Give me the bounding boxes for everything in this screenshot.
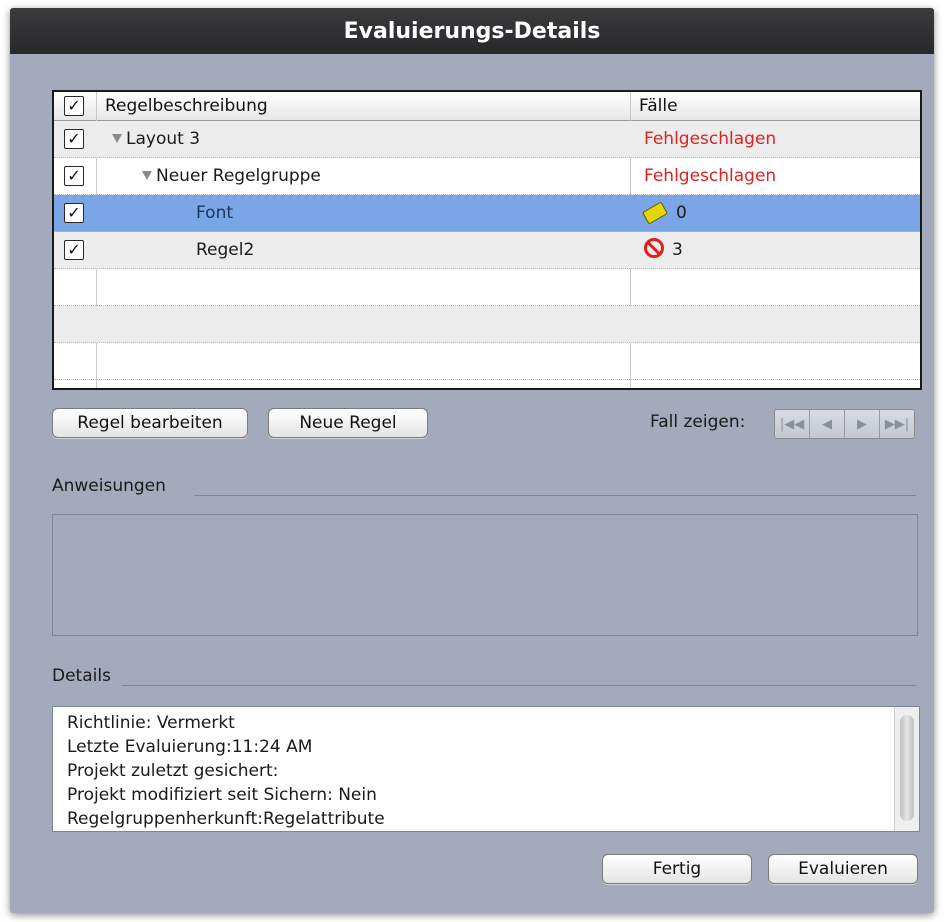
instructions-divider xyxy=(194,495,916,496)
empty-row xyxy=(54,343,920,380)
show-case-label: Fall zeigen: xyxy=(650,412,746,432)
note-icon xyxy=(641,201,669,225)
row-label: Font xyxy=(196,203,234,223)
evaluate-button[interactable]: Evaluieren xyxy=(768,854,918,884)
done-button[interactable]: Fertig xyxy=(602,854,752,884)
details-line: Richtlinie: Vermerkt xyxy=(67,713,235,733)
row-label: Layout 3 xyxy=(126,129,201,149)
details-line: Letzte Evaluierung:11:24 AM xyxy=(67,737,313,757)
disclosure-triangle-icon[interactable] xyxy=(112,134,122,143)
empty-row xyxy=(54,306,920,343)
new-rule-button[interactable]: Neue Regel xyxy=(268,408,428,438)
empty-row xyxy=(54,269,920,306)
table-row[interactable]: ✓ Regel2 3 xyxy=(54,232,920,269)
row-cases-status: Fehlgeschlagen xyxy=(644,129,777,149)
details-scrollbar[interactable] xyxy=(894,707,919,831)
rules-table[interactable]: ✓ Regelbeschreibung Fälle ✓ Layout 3 Feh… xyxy=(52,90,922,390)
select-all-checkbox[interactable]: ✓ xyxy=(64,96,84,116)
details-line: Projekt modifiziert seit Sichern: Nein xyxy=(67,785,377,805)
row-case-count: 3 xyxy=(672,240,683,260)
row-checkbox[interactable]: ✓ xyxy=(64,240,84,260)
table-row-selected[interactable]: ✓ Font 0 xyxy=(54,195,920,232)
table-row[interactable]: ✓ Layout 3 Fehlgeschlagen xyxy=(54,121,920,158)
column-header-cases[interactable]: Fälle xyxy=(631,92,920,120)
edit-rule-button[interactable]: Regel bearbeiten xyxy=(52,408,248,438)
scrollbar-thumb[interactable] xyxy=(900,715,914,821)
row-description[interactable]: Layout 3 xyxy=(112,121,200,157)
row-checkbox[interactable]: ✓ xyxy=(64,203,84,223)
details-line: Regelgruppenherkunft:Regelattribute xyxy=(67,809,385,829)
details-panel[interactable]: Richtlinie: Vermerkt Letzte Evaluierung:… xyxy=(52,706,920,832)
table-row[interactable]: ✓ Neuer Regelgruppe Fehlgeschlagen xyxy=(54,158,920,195)
row-checkbox[interactable]: ✓ xyxy=(64,129,84,149)
details-line: Projekt zuletzt gesichert: xyxy=(67,761,279,781)
instructions-panel xyxy=(52,514,918,636)
row-label: Regel2 xyxy=(196,240,255,260)
disclosure-triangle-icon[interactable] xyxy=(142,171,152,180)
row-checkbox[interactable]: ✓ xyxy=(64,166,84,186)
last-case-button[interactable]: ▶▶| xyxy=(880,410,914,438)
next-case-button[interactable]: ▶ xyxy=(845,410,880,438)
window-title: Evaluierungs-Details xyxy=(10,8,934,54)
first-case-button[interactable]: |◀◀ xyxy=(775,410,810,438)
table-header: ✓ Regelbeschreibung Fälle xyxy=(54,92,920,121)
row-cases: 3 xyxy=(644,232,683,268)
case-navigation: |◀◀ ◀ ▶ ▶▶| xyxy=(774,409,915,439)
row-case-count: 0 xyxy=(676,203,687,223)
row-cases: 0 xyxy=(641,195,687,231)
evaluation-details-window: Evaluierungs-Details ✓ Regelbeschreibung… xyxy=(10,8,934,913)
header-select-all[interactable]: ✓ xyxy=(54,92,96,120)
forbidden-icon xyxy=(644,238,664,258)
details-label: Details xyxy=(52,666,111,686)
instructions-label: Anweisungen xyxy=(52,476,166,496)
details-divider xyxy=(122,685,916,686)
previous-case-button[interactable]: ◀ xyxy=(810,410,845,438)
row-cases-status: Fehlgeschlagen xyxy=(644,166,777,186)
row-label: Neuer Regelgruppe xyxy=(156,166,321,186)
row-description[interactable]: Neuer Regelgruppe xyxy=(142,158,321,194)
details-text: Richtlinie: Vermerkt Letzte Evaluierung:… xyxy=(67,711,385,831)
column-header-description[interactable]: Regelbeschreibung xyxy=(97,92,638,120)
